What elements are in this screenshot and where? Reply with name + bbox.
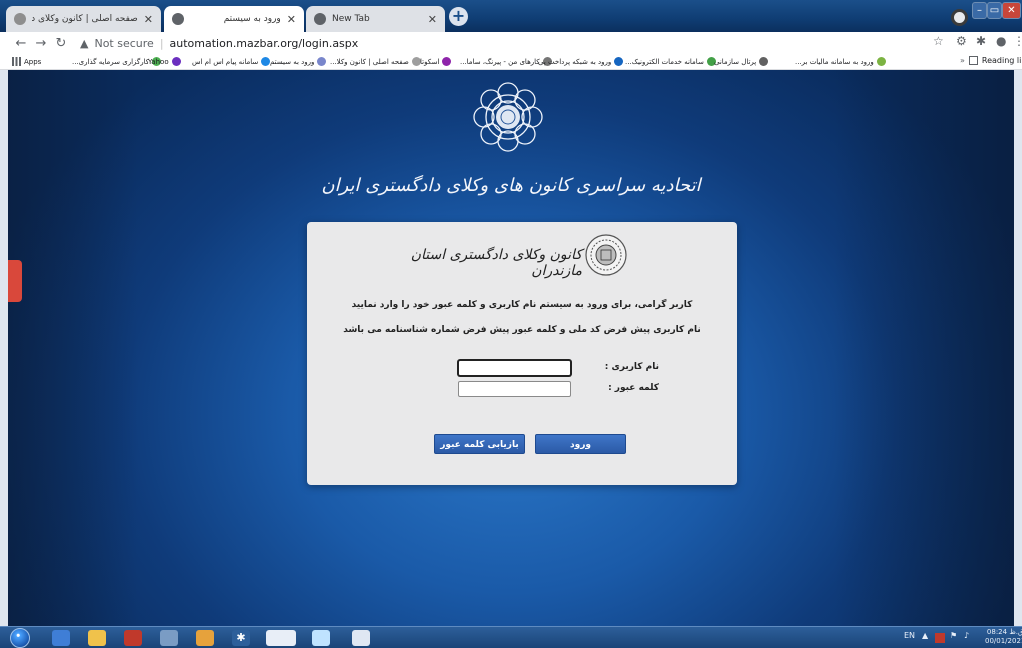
language-indicator[interactable]: EN <box>904 631 915 640</box>
username-field[interactable] <box>458 360 571 376</box>
site-favicon-icon <box>14 13 26 25</box>
clock[interactable]: 08:24 ق.ظ 00/01/2021 <box>985 628 1022 646</box>
bookmark-item[interactable]: سامانه پیام اس ام اس <box>192 57 271 66</box>
tab-login[interactable]: ✕ ورود به سیستم <box>164 6 304 32</box>
browser-tab-strip: ✕ صفحه اصلی | کانون وکلای دادگستری است ✕… <box>0 0 1022 32</box>
taskbar: ✱ EN ▲ ⚑ ♪ 08:24 ق.ظ 00/01/2021 <box>0 626 1022 648</box>
card-title: کانون وکلای دادگستری استان مازندران <box>410 247 582 279</box>
bar-association-seal-icon <box>585 234 627 276</box>
username-label: نام کاربری : <box>604 362 659 372</box>
login-card: کانون وکلای دادگستری استان مازندران کارب… <box>307 222 737 485</box>
close-icon[interactable]: ✕ <box>287 13 296 26</box>
tab-mazbar-home[interactable]: ✕ صفحه اصلی | کانون وکلای دادگستری است <box>6 6 161 32</box>
profile-icon[interactable] <box>951 9 968 26</box>
bookmark-icon <box>876 57 886 66</box>
folder-icon[interactable] <box>88 630 106 646</box>
bookmark-item[interactable]: اسکوتا <box>420 57 452 66</box>
globe-icon <box>172 13 184 25</box>
close-icon[interactable]: ✕ <box>144 13 153 26</box>
apps-button[interactable]: Apps <box>12 57 41 66</box>
back-icon[interactable]: ← <box>12 36 30 51</box>
close-window-button[interactable]: ✕ <box>1002 2 1021 19</box>
bookmark-icon <box>442 57 452 66</box>
app-icon[interactable] <box>312 630 330 646</box>
bookmark-item[interactable]: Yahoo <box>148 57 181 66</box>
password-field[interactable] <box>458 381 571 397</box>
user-folder-icon[interactable] <box>52 630 70 646</box>
bookmark-icon <box>261 57 271 66</box>
recover-password-button[interactable]: بازیابی کلمه عبور <box>434 434 525 454</box>
menu-icon[interactable]: ⋮ <box>1013 34 1022 48</box>
yahoo-icon <box>171 57 181 66</box>
app-icon[interactable] <box>196 630 214 646</box>
filezilla-icon[interactable] <box>124 630 142 646</box>
bookmark-item[interactable]: پرتال سازمانی <box>714 57 769 66</box>
chrome-icon <box>314 13 326 25</box>
emblem-logo-icon <box>473 82 543 152</box>
login-button[interactable]: ورود <box>535 434 626 454</box>
instruction-text-2: نام کاربری پیش فرض کد ملی و کلمه عبور پی… <box>343 325 701 335</box>
page-viewport: اتحادیه سراسری کانون های وکلای دادگستری … <box>8 70 1014 626</box>
bookmark-icon <box>614 57 624 66</box>
chevron-double-right-icon: » <box>960 56 965 65</box>
bookmark-item[interactable]: صفحه اصلی | کانون وکلا... <box>330 57 421 66</box>
word-icon[interactable] <box>352 630 370 646</box>
minimize-button[interactable]: – <box>972 2 987 19</box>
start-button[interactable] <box>10 628 30 648</box>
instruction-text-1: کاربر گرامی، برای ورود به سیستم نام کارب… <box>351 300 693 310</box>
bookmark-item[interactable]: سامانه خدمات الکترونیک... <box>625 57 716 66</box>
apps-grid-icon <box>12 57 21 66</box>
union-title: اتحادیه سراسری کانون های وکلای دادگستری … <box>321 175 701 196</box>
tray-app-icon[interactable] <box>935 633 945 643</box>
feedback-side-tab[interactable] <box>8 260 22 302</box>
bookmarks-bar: Apps کارگزاری سرمایه گذاری... Yahoo ساما… <box>0 54 1022 70</box>
flag-icon[interactable]: ⚑ <box>950 631 957 640</box>
network-icon[interactable] <box>160 630 178 646</box>
chrome-taskbar-icon[interactable] <box>266 630 296 646</box>
new-tab-button[interactable]: + <box>449 7 468 26</box>
bookmark-icon <box>317 57 327 66</box>
address-bar[interactable]: ▲ Not secure | automation.mazbar.org/log… <box>80 34 920 52</box>
bookmark-item[interactable]: ورود به سیستم <box>270 57 327 66</box>
puzzle-icon[interactable]: ✱ <box>976 34 986 48</box>
bluetooth-icon[interactable]: ✱ <box>232 630 250 646</box>
maximize-button[interactable]: ▭ <box>987 2 1002 19</box>
account-icon[interactable]: ● <box>996 34 1006 48</box>
chevron-up-icon[interactable]: ▲ <box>922 631 928 640</box>
url-text: automation.mazbar.org/login.aspx <box>169 36 359 50</box>
tab-new-tab[interactable]: New Tab ✕ <box>306 6 445 32</box>
bookmark-item[interactable]: ورود به سامانه مالیات بر... <box>795 57 886 66</box>
warning-icon[interactable]: ▲ <box>80 37 88 50</box>
star-icon[interactable]: ☆ <box>933 34 944 48</box>
password-label: کلمه عبور : <box>608 383 659 393</box>
volume-icon[interactable]: ♪ <box>964 631 969 640</box>
browser-toolbar: ← → ↻ ▲ Not secure | automation.mazbar.o… <box>0 32 1022 54</box>
extension-icon[interactable]: ⚙ <box>956 34 967 48</box>
reload-icon[interactable]: ↻ <box>52 36 70 51</box>
reading-list-button[interactable]: » Reading li <box>960 56 1021 65</box>
forward-icon[interactable]: → <box>32 36 50 51</box>
bookmark-icon <box>759 57 769 66</box>
close-icon[interactable]: ✕ <box>428 13 437 26</box>
reading-list-icon <box>968 56 978 65</box>
bookmark-item[interactable]: ورود به شبکه پرداخت پی <box>538 57 624 66</box>
